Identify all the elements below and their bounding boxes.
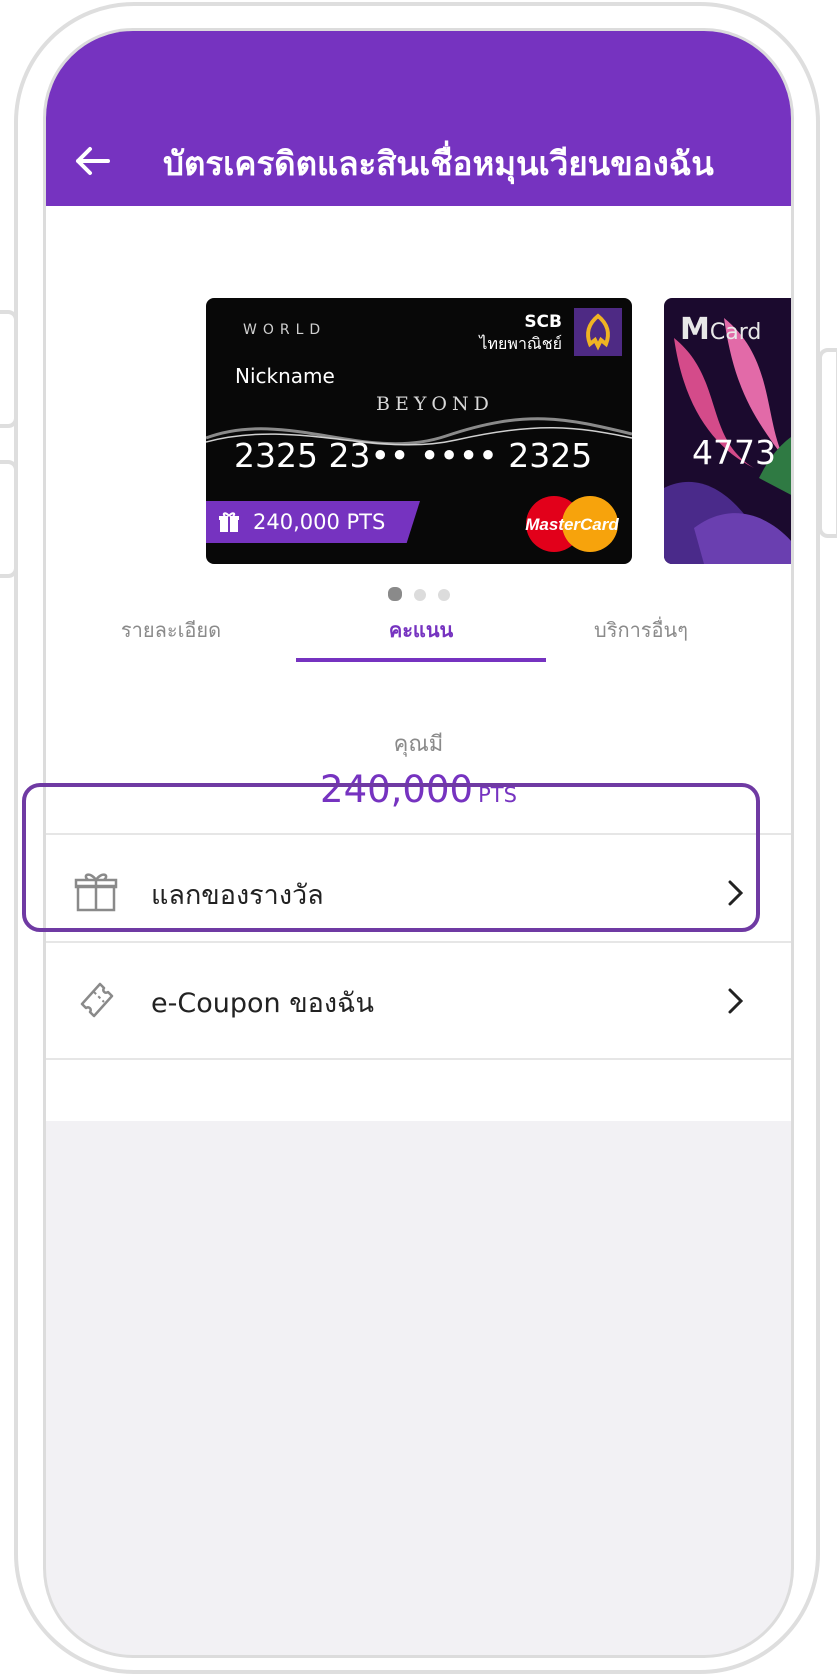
phone-side-button — [818, 348, 837, 538]
card-number: 4773 — [692, 433, 776, 472]
carousel-dot[interactable] — [437, 589, 450, 601]
menu-label: e-Coupon ของฉัน — [151, 988, 374, 1019]
chevron-right-icon — [728, 988, 744, 1014]
points-badge: 240,000 PTS — [206, 501, 420, 543]
mcard-logo: MCard — [680, 312, 761, 347]
header: บัตรเครดิตและสินเชื่อหมุนเวียนของฉัน — [46, 31, 791, 206]
mastercard-logo-icon: MasterCard — [525, 496, 619, 552]
page-title: บัตรเครดิตและสินเชื่อหมุนเวียนของฉัน — [163, 144, 714, 183]
card-tier: WORLD — [243, 322, 327, 338]
credit-card-secondary[interactable]: MCard 4773 — [664, 298, 791, 564]
bank-name: SCB ไทยพาณิชย์ — [479, 312, 562, 357]
gift-icon — [219, 512, 239, 532]
card-nickname: Nickname — [235, 364, 335, 388]
mastercard-text: MasterCard — [525, 515, 619, 534]
points-badge-text: 240,000 PTS — [253, 510, 386, 534]
carousel-dot[interactable] — [387, 587, 402, 601]
bank-thai-name: ไทยพาณิชย์ — [479, 334, 562, 353]
menu-my-ecoupons[interactable]: e-Coupon ของฉัน — [46, 941, 791, 1060]
active-tab-indicator — [296, 658, 546, 662]
bank-code: SCB — [524, 312, 562, 332]
tab-points[interactable]: คะแนน — [296, 614, 546, 646]
scb-logo-icon — [574, 308, 622, 356]
card-number: 2325 23•• •••• 2325 — [234, 436, 593, 475]
points-caption: คุณมี — [393, 732, 444, 757]
credit-card-primary[interactable]: WORLD Nickname BEYOND 2325 23•• •••• 232… — [206, 298, 632, 564]
tab-details[interactable]: รายละเอียด — [46, 614, 296, 646]
tab-bar: รายละเอียด คะแนน บริการอื่นๆ — [46, 614, 791, 664]
phone-side-button — [0, 310, 18, 428]
mcard-brand-card: Card — [709, 320, 762, 345]
arrow-left-icon[interactable] — [72, 141, 112, 181]
content-panel: WORLD Nickname BEYOND 2325 23•• •••• 232… — [46, 206, 791, 1121]
phone-side-button — [0, 460, 18, 578]
highlight-annotation — [22, 783, 760, 932]
mcard-brand-m: M — [680, 312, 710, 347]
coupon-icon — [80, 982, 114, 1018]
tab-other-services[interactable]: บริการอื่นๆ — [516, 614, 766, 646]
carousel-indicator — [46, 586, 791, 605]
carousel-dot[interactable] — [413, 589, 426, 601]
card-product: BEYOND — [376, 393, 494, 415]
